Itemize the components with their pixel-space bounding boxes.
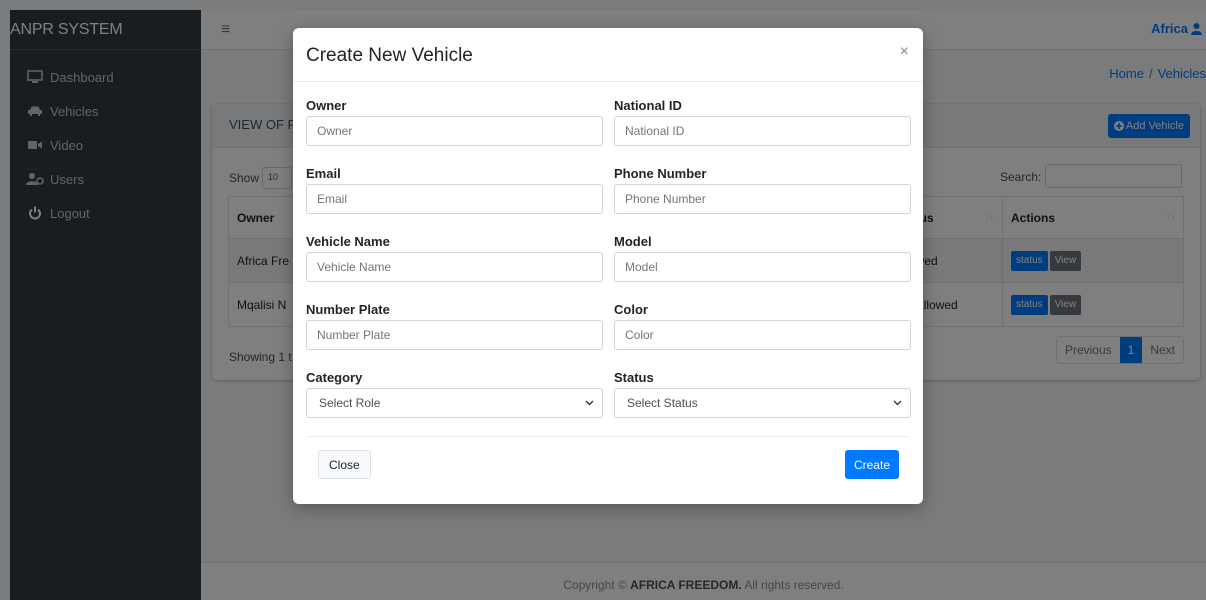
create-vehicle-modal: Create New Vehicle × Owner National ID E…: [293, 28, 923, 504]
close-button[interactable]: Close: [318, 450, 371, 479]
plate-field-group: Number Plate: [306, 302, 603, 350]
email-input[interactable]: [306, 184, 603, 214]
status-label: Status: [614, 370, 654, 385]
owner-input[interactable]: [306, 116, 603, 146]
category-selected-value: Select Role: [319, 396, 381, 410]
close-icon[interactable]: ×: [900, 43, 909, 61]
chevron-down-icon: [893, 400, 902, 406]
color-field-group: Color: [614, 302, 911, 350]
national-id-input[interactable]: [614, 116, 911, 146]
national-id-label: National ID: [614, 98, 682, 113]
category-field-group: Category Select Role: [306, 370, 603, 418]
color-label: Color: [614, 302, 648, 317]
email-label: Email: [306, 166, 341, 181]
status-field-group: Status Select Status: [614, 370, 911, 418]
modal-title: Create New Vehicle: [306, 45, 473, 66]
plate-label: Number Plate: [306, 302, 390, 317]
owner-field-group: Owner: [306, 98, 603, 146]
vehicle-name-field-group: Vehicle Name: [306, 234, 603, 282]
national-id-field-group: National ID: [614, 98, 911, 146]
modal-footer-divider: [306, 436, 910, 437]
category-label: Category: [306, 370, 363, 385]
vehicle-name-input[interactable]: [306, 252, 603, 282]
phone-label: Phone Number: [614, 166, 707, 181]
phone-input[interactable]: [614, 184, 911, 214]
chevron-down-icon: [585, 400, 594, 406]
category-select[interactable]: Select Role: [306, 388, 603, 418]
owner-label: Owner: [306, 98, 347, 113]
status-selected-value: Select Status: [627, 396, 698, 410]
email-field-group: Email: [306, 166, 603, 214]
vehicle-name-label: Vehicle Name: [306, 234, 390, 249]
plate-input[interactable]: [306, 320, 603, 350]
phone-field-group: Phone Number: [614, 166, 911, 214]
model-field-group: Model: [614, 234, 911, 282]
create-button[interactable]: Create: [844, 450, 899, 479]
status-select[interactable]: Select Status: [614, 388, 911, 418]
color-input[interactable]: [614, 320, 911, 350]
modal-header: Create New Vehicle ×: [293, 28, 923, 82]
model-label: Model: [614, 234, 652, 249]
model-input[interactable]: [614, 252, 911, 282]
